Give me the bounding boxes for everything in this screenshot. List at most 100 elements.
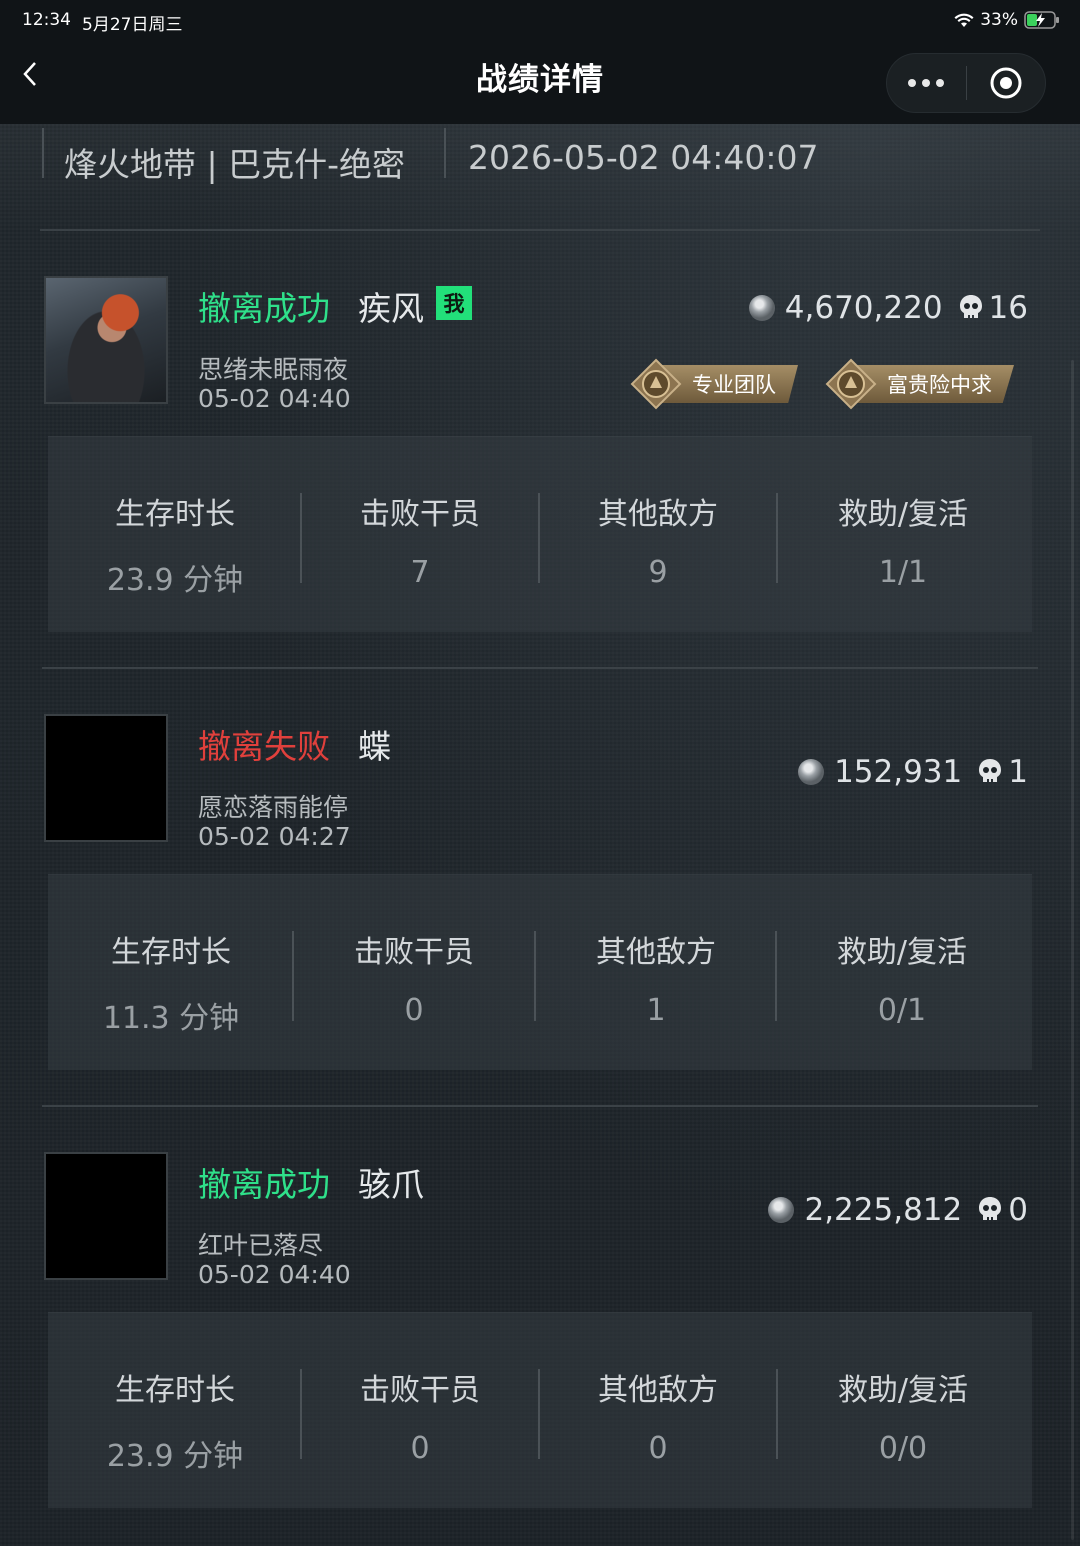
kill-count: 0 bbox=[1008, 1192, 1028, 1228]
player-avatar bbox=[44, 1152, 168, 1280]
map-name: 烽火地带 | 巴克什-绝密 bbox=[64, 145, 406, 184]
top-bar: 12:34 5月27日周三 33% 战绩详情 bbox=[0, 0, 1080, 124]
card-divider bbox=[42, 1105, 1038, 1107]
stat-value: 7 bbox=[410, 555, 430, 590]
stat-assist-revive: 救助/复活 0/0 bbox=[778, 1313, 1028, 1509]
stat-label: 救助/复活 bbox=[836, 935, 968, 970]
player-card[interactable]: 撤离成功 疾风 我 思绪未眠雨夜 05-02 04:40 4,670,220 1… bbox=[0, 276, 1080, 669]
coin-icon bbox=[798, 759, 825, 785]
stat-label: 其他敌方 bbox=[596, 935, 716, 970]
card-divider bbox=[42, 667, 1038, 669]
stat-assist-revive: 救助/复活 1/1 bbox=[778, 437, 1028, 633]
stat-value: 0/0 bbox=[878, 1431, 928, 1466]
stat-value: 1 bbox=[646, 993, 666, 1028]
skull-icon bbox=[978, 757, 1004, 787]
battery-charging-icon bbox=[1024, 11, 1060, 29]
stat-label: 击败干员 bbox=[360, 1373, 480, 1408]
match-header: 烽火地带 | 巴克什-绝密 2026-05-02 04:40:07 bbox=[0, 124, 1080, 232]
player-account: 愿恋落雨能停 bbox=[198, 793, 349, 822]
stat-label: 救助/复活 bbox=[837, 497, 969, 532]
loot-value: 152,931 bbox=[834, 754, 963, 790]
medal-badge: 专业团队 bbox=[630, 358, 798, 410]
kill-count: 16 bbox=[988, 290, 1028, 326]
more-icon-dot bbox=[936, 79, 945, 87]
more-icon-dot bbox=[922, 79, 931, 87]
evac-status: 撤离成功 bbox=[198, 1165, 330, 1204]
stat-operators-defeated: 击败干员 0 bbox=[302, 1313, 538, 1509]
medal-badge: 富贵险中求 bbox=[825, 358, 1014, 410]
skull-icon bbox=[978, 1195, 1004, 1225]
evac-status: 撤离成功 bbox=[198, 289, 330, 328]
stat-value: 9 bbox=[648, 555, 668, 590]
stat-operators-defeated: 击败干员 7 bbox=[302, 437, 538, 633]
stat-label: 生存时长 bbox=[115, 1373, 235, 1408]
stat-value: 23.9 分钟 bbox=[106, 1439, 244, 1474]
coin-icon bbox=[748, 295, 775, 321]
stat-other-enemies: 其他敌方 1 bbox=[536, 875, 776, 1071]
stat-other-enemies: 其他敌方 9 bbox=[540, 437, 776, 633]
header-left-line bbox=[42, 128, 44, 178]
stat-assist-revive: 救助/复活 0/1 bbox=[777, 875, 1027, 1071]
stat-label: 击败干员 bbox=[354, 935, 474, 970]
header-divider bbox=[40, 229, 1040, 231]
more-icon bbox=[908, 79, 917, 87]
stat-operators-defeated: 击败干员 0 bbox=[294, 875, 534, 1071]
operator-name: 疾风 bbox=[358, 289, 424, 328]
status-date: 5月27日周三 bbox=[82, 15, 183, 35]
scrollbar[interactable] bbox=[1071, 360, 1074, 1540]
header-separator bbox=[444, 128, 446, 178]
stat-survival: 生存时长 11.3 分钟 bbox=[48, 875, 294, 1071]
loot-value: 4,670,220 bbox=[784, 290, 943, 326]
player-avatar bbox=[44, 276, 168, 404]
stat-other-enemies: 其他敌方 0 bbox=[540, 1313, 776, 1509]
stat-label: 救助/复活 bbox=[837, 1373, 969, 1408]
close-target-icon bbox=[990, 67, 1022, 99]
more-button[interactable] bbox=[887, 53, 966, 113]
player-time: 05-02 04:40 bbox=[198, 384, 351, 413]
match-datetime: 2026-05-02 04:40:07 bbox=[468, 138, 819, 177]
coin-icon bbox=[768, 1197, 795, 1223]
stat-survival: 生存时长 23.9 分钟 bbox=[48, 1313, 302, 1509]
stat-label: 其他敌方 bbox=[598, 1373, 718, 1408]
evac-status: 撤离失败 bbox=[198, 727, 330, 766]
player-card[interactable]: 撤离失败 蝶 愿恋落雨能停 05-02 04:27 152,931 1 生存时长… bbox=[0, 714, 1080, 1107]
stat-survival: 生存时长 23.9 分钟 bbox=[48, 437, 302, 633]
kill-count: 1 bbox=[1008, 754, 1028, 790]
status-right: 33% bbox=[954, 10, 1060, 30]
mini-program-capsule bbox=[886, 53, 1046, 113]
stat-value: 0/1 bbox=[877, 993, 927, 1028]
stat-value: 0 bbox=[410, 1431, 430, 1466]
medal-label: 富贵险中求 bbox=[853, 365, 1014, 403]
stats-panel: 生存时长 23.9 分钟 击败干员 0 其他敌方 0 救助/复活 0/0 bbox=[48, 1312, 1032, 1508]
wifi-icon bbox=[954, 13, 974, 28]
value-summary: 2,225,812 0 bbox=[768, 1192, 1028, 1228]
operator-name: 蝶 bbox=[358, 727, 391, 766]
stat-value: 0 bbox=[404, 993, 424, 1028]
player-account: 红叶已落尽 bbox=[198, 1231, 324, 1260]
loot-value: 2,225,812 bbox=[804, 1192, 963, 1228]
medal-icon bbox=[825, 358, 877, 410]
status-bar: 12:34 5月27日周三 33% bbox=[0, 10, 1080, 35]
player-time: 05-02 04:27 bbox=[198, 822, 351, 851]
stat-value: 23.9 分钟 bbox=[106, 563, 244, 598]
stat-label: 击败干员 bbox=[360, 497, 480, 532]
value-summary: 152,931 1 bbox=[798, 754, 1028, 790]
player-card[interactable]: 撤离成功 骇爪 红叶已落尽 05-02 04:40 2,225,812 0 生存… bbox=[0, 1152, 1080, 1542]
stat-value: 11.3 分钟 bbox=[102, 1001, 240, 1036]
battery-percent: 33% bbox=[980, 10, 1018, 30]
player-account: 思绪未眠雨夜 bbox=[198, 355, 349, 384]
stat-label: 生存时长 bbox=[111, 935, 231, 970]
operator-name: 骇爪 bbox=[358, 1165, 424, 1204]
medal-icon bbox=[630, 358, 682, 410]
close-button[interactable] bbox=[967, 53, 1046, 113]
player-avatar bbox=[44, 714, 168, 842]
stats-panel: 生存时长 23.9 分钟 击败干员 7 其他敌方 9 救助/复活 1/1 bbox=[48, 436, 1032, 632]
value-summary: 4,670,220 16 bbox=[748, 290, 1028, 326]
stat-value: 0 bbox=[648, 1431, 668, 1466]
me-badge: 我 bbox=[436, 286, 472, 320]
stats-panel: 生存时长 11.3 分钟 击败干员 0 其他敌方 1 救助/复活 0/1 bbox=[48, 874, 1032, 1070]
player-time: 05-02 04:40 bbox=[198, 1260, 351, 1289]
stat-label: 生存时长 bbox=[115, 497, 235, 532]
stat-value: 1/1 bbox=[878, 555, 928, 590]
stat-label: 其他敌方 bbox=[598, 497, 718, 532]
